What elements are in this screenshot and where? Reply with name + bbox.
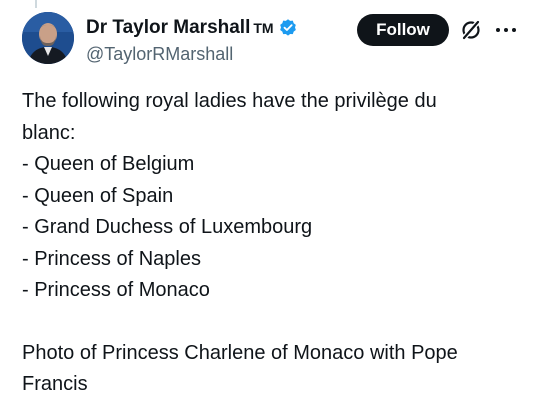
tweet-line: blanc: bbox=[22, 121, 76, 144]
more-options-icon[interactable] bbox=[492, 18, 520, 42]
list-item: - Queen of Spain bbox=[22, 184, 174, 207]
thread-connector-line bbox=[35, 0, 37, 8]
follow-button[interactable]: Follow bbox=[357, 14, 449, 46]
author-info: Dr Taylor Marshall TM @TaylorRMarshall bbox=[86, 16, 298, 66]
tweet-text: The following royal ladies have the priv… bbox=[22, 86, 527, 401]
verified-badge-icon bbox=[278, 18, 298, 38]
name-row: Dr Taylor Marshall TM bbox=[86, 16, 298, 40]
list-item: - Queen of Belgium bbox=[22, 153, 195, 175]
author-display-name[interactable]: Dr Taylor Marshall bbox=[86, 16, 250, 40]
caption-line: Francis bbox=[22, 373, 88, 395]
list-item: - Grand Duchess of Luxembourg bbox=[22, 216, 313, 238]
avatar[interactable] bbox=[22, 12, 74, 64]
list-item: - Princess of Monaco bbox=[22, 279, 210, 301]
author-handle[interactable]: @TaylorRMarshall bbox=[86, 42, 298, 66]
trademark-symbol: TM bbox=[253, 20, 274, 36]
grok-icon[interactable] bbox=[459, 18, 483, 42]
list-item: - Princess of Naples bbox=[22, 247, 201, 270]
avatar-image bbox=[22, 12, 74, 64]
tweet-header: Dr Taylor Marshall TM @TaylorRMarshall F… bbox=[22, 12, 527, 68]
tweet-line: The following royal ladies have the priv… bbox=[22, 90, 437, 112]
caption-line: Photo of Princess Charlene of Monaco wit… bbox=[22, 341, 458, 364]
